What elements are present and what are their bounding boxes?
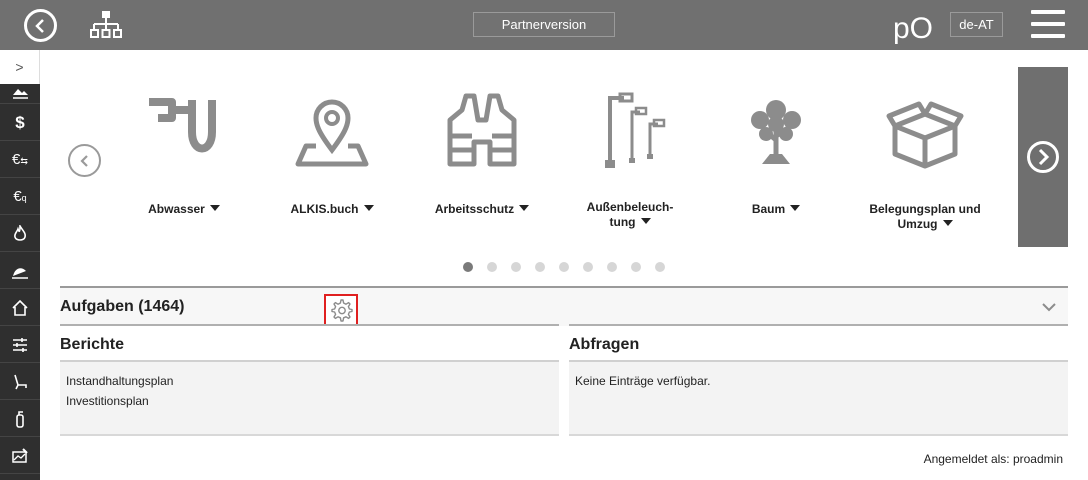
sidebar-item-house[interactable] — [0, 290, 40, 326]
sidebar: > $ €⇆ €q — [0, 50, 40, 480]
abfragen-list: Keine Einträge verfügbar. — [569, 362, 1068, 436]
berichte-item-instandhaltungsplan[interactable]: Instandhaltungsplan — [66, 371, 553, 391]
tile-baum[interactable]: Baum — [706, 90, 846, 240]
settings-button[interactable] — [324, 294, 358, 326]
aufgaben-section[interactable]: Aufgaben (1464) — [60, 286, 1068, 326]
satellite-dish-icon — [12, 267, 28, 279]
chevron-left-icon — [79, 154, 88, 167]
back-button[interactable] — [24, 9, 57, 42]
caret-down-icon — [519, 205, 530, 211]
tile-label-line1: Belegungsplan und — [869, 202, 981, 216]
tile-label-line1: Außenbeleuch- — [586, 200, 674, 214]
abfragen-empty-text: Keine Einträge verfügbar. — [575, 374, 711, 388]
flame-icon — [14, 224, 26, 241]
caret-down-icon — [942, 220, 953, 226]
caret-down-icon — [790, 205, 801, 211]
carousel-dot[interactable] — [607, 262, 617, 272]
tile-label: Abwasser — [148, 202, 205, 216]
logged-in-status: Angemeldet als: proadmin — [923, 452, 1063, 466]
tile-label: Baum — [751, 202, 786, 216]
box-icon — [886, 101, 964, 169]
tree-icon — [751, 100, 801, 164]
map-edit-icon — [12, 447, 28, 463]
abfragen-title: Abfragen — [569, 324, 1068, 362]
caret-down-icon — [363, 205, 374, 211]
tile-arbeitsschutz[interactable]: Arbeitsschutz — [412, 90, 552, 240]
top-bar: Partnerversion pO de-AT — [0, 0, 1088, 50]
carousel-dot[interactable] — [535, 262, 545, 272]
chevron-left-icon — [34, 18, 44, 33]
tile-abwasser[interactable]: Abwasser — [114, 90, 254, 240]
partner-version-button[interactable]: Partnerversion — [473, 12, 615, 37]
berichte-item-investitionsplan[interactable]: Investitionsplan — [66, 391, 553, 411]
sidebar-item-satellite[interactable] — [0, 253, 40, 289]
carousel-dot[interactable] — [463, 262, 473, 272]
carousel-pagination — [463, 262, 665, 272]
sidebar-item-flame[interactable] — [0, 216, 40, 252]
carousel-dot[interactable] — [487, 262, 497, 272]
sidebar-item-euro-transfer[interactable]: €⇆ — [0, 142, 40, 178]
menu-icon[interactable] — [1031, 10, 1065, 39]
carousel-dot[interactable] — [559, 262, 569, 272]
carousel-dot[interactable] — [583, 262, 593, 272]
dollar-icon: $ — [15, 112, 25, 132]
tile-label: Arbeitsschutz — [434, 202, 515, 216]
tile-label: ALKIS.buch — [290, 202, 359, 216]
filter-lines-icon — [13, 337, 27, 352]
svg-text:pO: pO — [893, 12, 933, 45]
abfragen-panel: Abfragen Keine Einträge verfügbar. — [569, 324, 1068, 438]
sidebar-item-euro-search[interactable]: €q — [0, 179, 40, 215]
caret-down-icon — [640, 218, 651, 224]
sidebar-item-chair[interactable] — [0, 364, 40, 400]
tile-label-line2: Umzug — [897, 217, 938, 231]
map-pin-icon — [295, 99, 369, 167]
sidebar-item-map-edit[interactable] — [0, 438, 40, 474]
berichte-panel: Berichte Instandhaltungsplan Investition… — [60, 324, 559, 438]
sidebar-item-landscape[interactable] — [0, 84, 40, 104]
carousel-next-button[interactable] — [1018, 67, 1068, 247]
sidebar-item-filter[interactable] — [0, 327, 40, 363]
tile-aussenbeleuchtung[interactable]: Außenbeleuch-tung — [560, 90, 700, 240]
euro-transfer-icon: €⇆ — [12, 151, 28, 168]
landscape-icon — [13, 88, 28, 99]
aufgaben-title: Aufgaben (1464) — [60, 298, 185, 315]
sidebar-toggle[interactable]: > — [0, 50, 40, 84]
berichte-list: Instandhaltungsplan Investitionsplan — [60, 362, 559, 436]
berichte-title: Berichte — [60, 324, 559, 362]
pipe-icon — [149, 98, 216, 153]
tile-label-line2: tung — [609, 215, 636, 229]
fire-extinguisher-icon — [16, 410, 24, 428]
gear-icon — [331, 299, 353, 322]
safety-vest-icon — [447, 93, 517, 167]
app-logo: pO — [893, 12, 933, 45]
caret-down-icon — [209, 205, 220, 211]
carousel-dot[interactable] — [655, 262, 665, 272]
house-icon — [12, 299, 28, 316]
org-chart-icon[interactable] — [90, 10, 122, 40]
sidebar-item-extinguisher[interactable] — [0, 401, 40, 437]
carousel-dot[interactable] — [511, 262, 521, 272]
euro-search-icon: €q — [13, 188, 27, 205]
carousel-prev-button[interactable] — [68, 144, 101, 177]
tile-belegungsplan[interactable]: Belegungsplan und Umzug — [855, 90, 995, 240]
chevron-down-icon[interactable] — [1040, 298, 1058, 316]
chevron-right-circle-icon — [1027, 141, 1059, 173]
street-lamp-icon — [605, 92, 666, 168]
tile-alkis-buch[interactable]: ALKIS.buch — [262, 90, 402, 240]
sidebar-item-dollar[interactable]: $ — [0, 105, 40, 141]
language-selector[interactable]: de-AT — [950, 12, 1003, 37]
carousel-dot[interactable] — [631, 262, 641, 272]
chair-icon — [14, 374, 27, 389]
